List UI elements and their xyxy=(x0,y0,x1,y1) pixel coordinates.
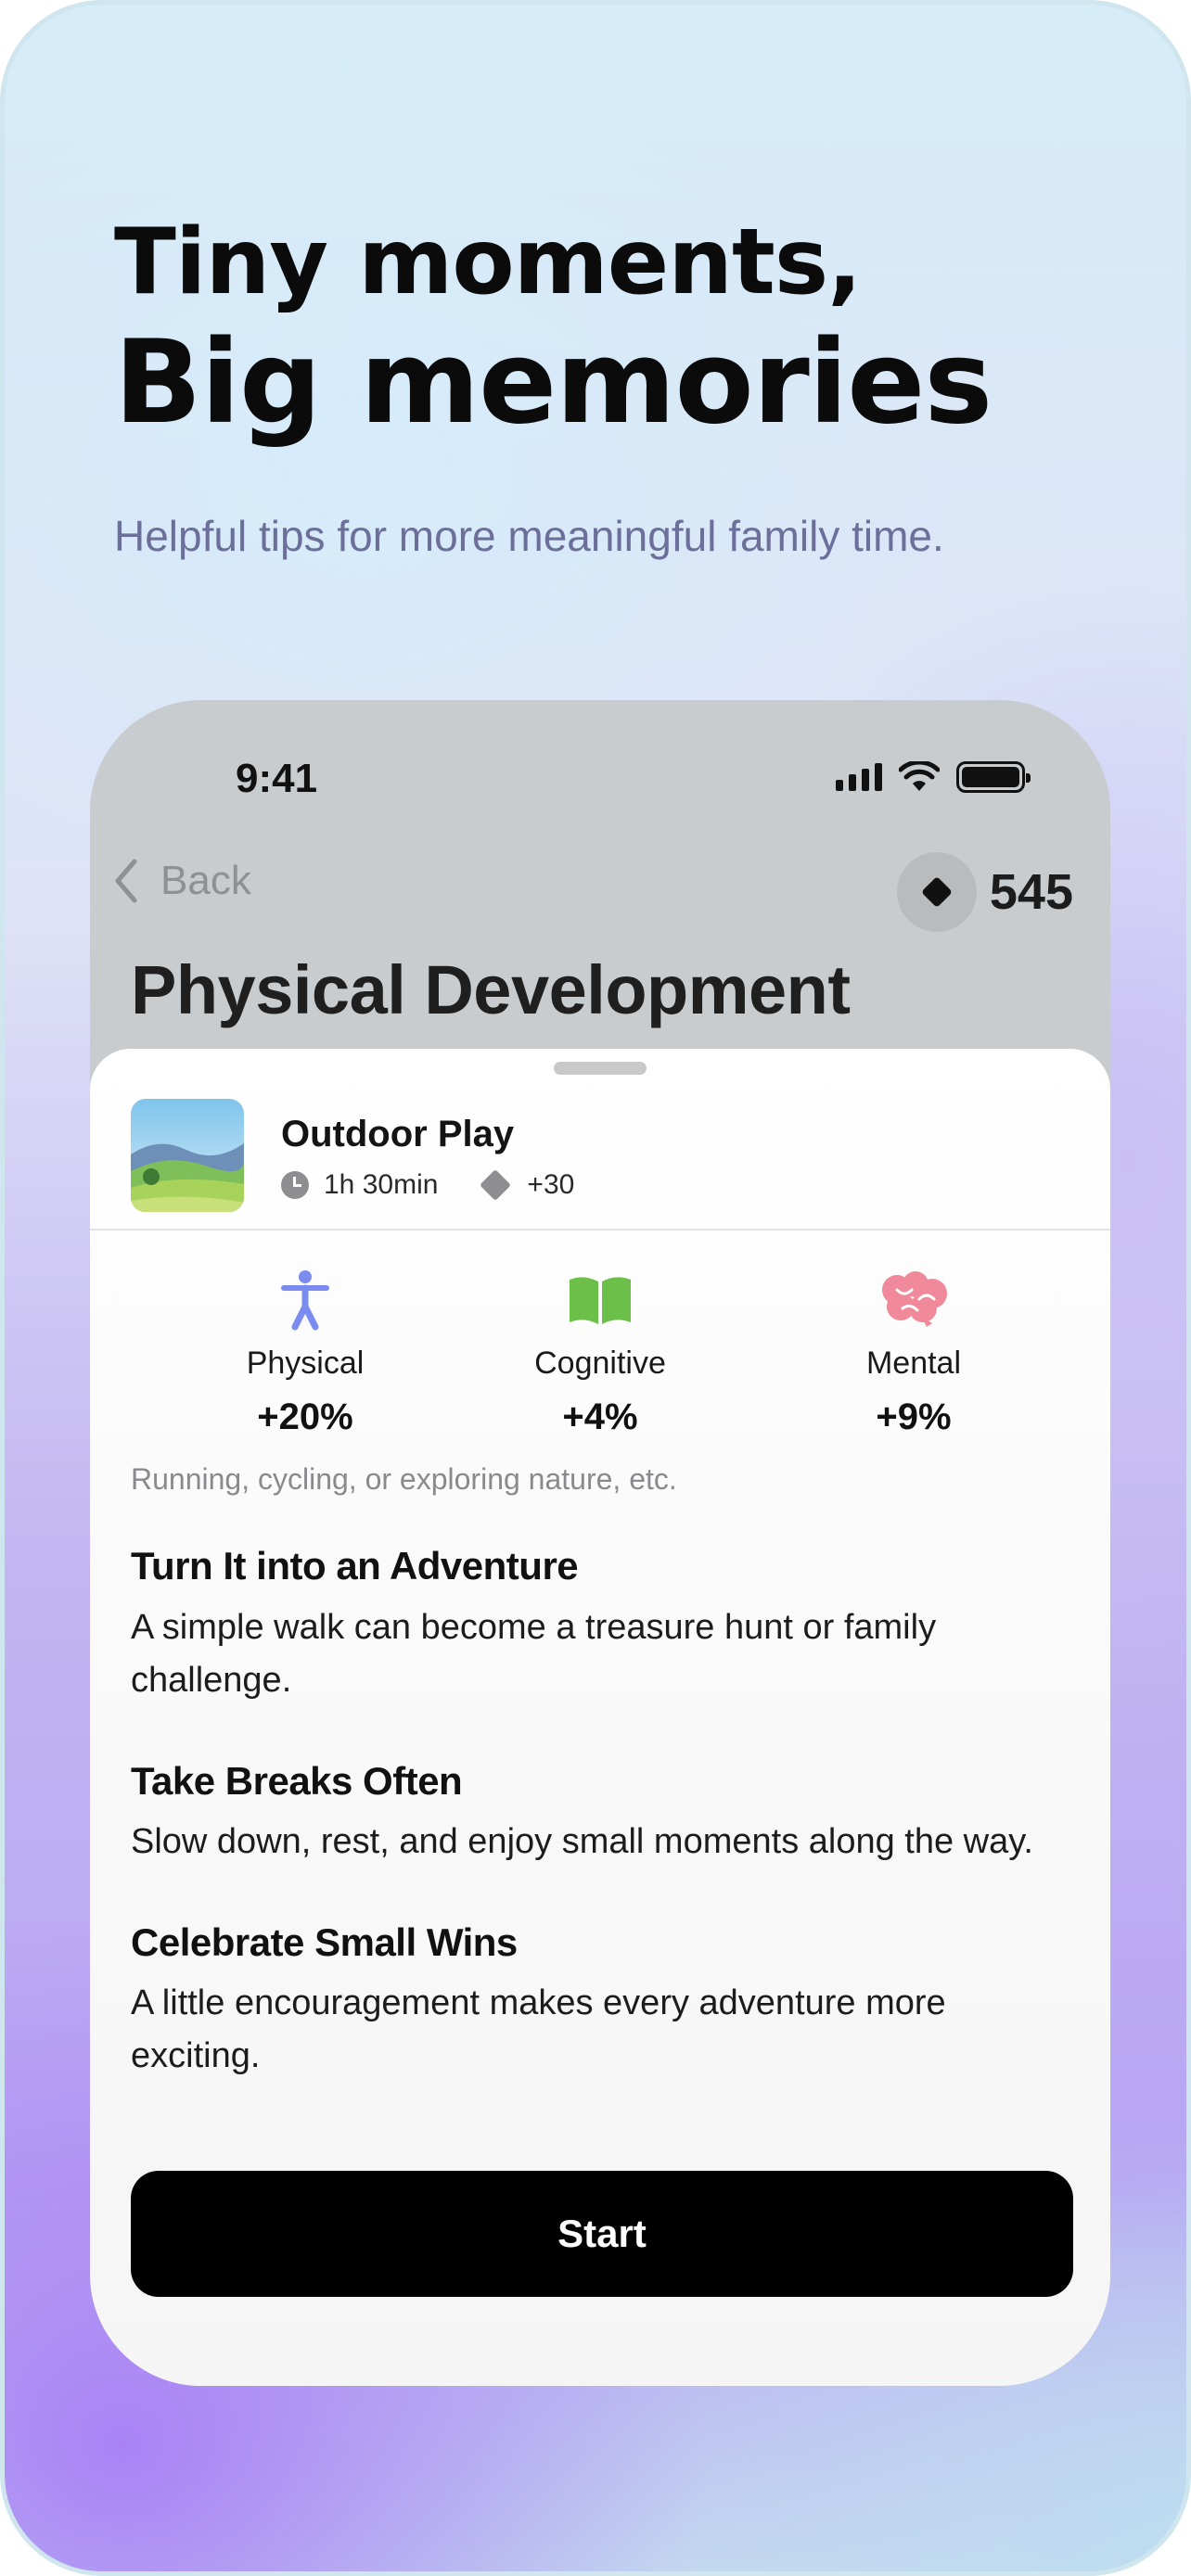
tip-body: Slow down, rest, and enjoy small moments… xyxy=(131,1822,1033,1861)
stat-value: +20% xyxy=(257,1396,353,1437)
activity-duration: 1h 30min xyxy=(324,1169,439,1200)
stat-value: +9% xyxy=(876,1396,952,1437)
tip-title: Turn It into an Adventure xyxy=(131,1544,579,1588)
phone-screen: 9:41 Back 545 Physical Development Outdo… xyxy=(90,700,1110,2386)
status-icons xyxy=(836,761,1031,793)
activity-sheet: Outdoor Play 1h 30min +30 Physical +20% xyxy=(90,1049,1110,2386)
diamond-icon xyxy=(922,877,952,907)
start-button[interactable]: Start xyxy=(131,2171,1073,2297)
activity-name: Outdoor Play xyxy=(281,1114,515,1154)
status-time: 9:41 xyxy=(236,756,318,801)
activity-meta: 1h 30min +30 xyxy=(281,1169,574,1201)
sheet-grabber[interactable] xyxy=(554,1062,647,1075)
tip-title: Celebrate Small Wins xyxy=(131,1920,518,1964)
accessibility-person-icon xyxy=(281,1270,329,1331)
divider xyxy=(90,1229,1110,1231)
headline-line-2: Big memories xyxy=(114,316,992,450)
brain-icon xyxy=(882,1271,947,1327)
page-title: Physical Development xyxy=(131,951,851,1028)
tip-body: A simple walk can become a treasure hunt… xyxy=(131,1608,937,1700)
promo-background: Tiny moments, Big memories Helpful tips … xyxy=(0,0,1191,2576)
cellular-signal-icon xyxy=(836,763,882,791)
battery-icon xyxy=(956,761,1031,793)
stat-label: Cognitive xyxy=(534,1345,666,1381)
headline-line-1: Tiny moments, xyxy=(114,210,862,315)
stat-label: Mental xyxy=(865,1345,962,1381)
diamond-icon xyxy=(480,1169,512,1201)
stat-physical: Physical +20% xyxy=(166,1268,444,1438)
back-button[interactable]: Back xyxy=(112,858,251,904)
stat-mental: Mental +9% xyxy=(775,1268,1053,1438)
activity-thumbnail xyxy=(131,1099,244,1212)
tip-title: Take Breaks Often xyxy=(131,1759,463,1803)
activity-reward: +30 xyxy=(527,1169,575,1200)
chevron-left-icon xyxy=(115,859,137,903)
subtitle: Helpful tips for more meaningful family … xyxy=(114,512,944,560)
clock-icon xyxy=(281,1171,309,1199)
wifi-icon xyxy=(899,761,940,791)
stat-value: +4% xyxy=(562,1396,638,1437)
stat-cognitive: Cognitive +4% xyxy=(461,1268,739,1438)
headline: Tiny moments, Big memories xyxy=(114,207,992,448)
open-book-icon xyxy=(570,1277,631,1324)
stat-label: Physical xyxy=(246,1345,365,1381)
coin-badge xyxy=(896,852,977,932)
coin-count: 545 xyxy=(989,864,1073,920)
activity-description: Running, cycling, or exploring nature, e… xyxy=(131,1462,677,1496)
tip-body: A little encouragement makes every adven… xyxy=(131,1983,946,2075)
back-label: Back xyxy=(160,858,251,903)
coin-balance[interactable]: 545 xyxy=(896,852,1073,932)
